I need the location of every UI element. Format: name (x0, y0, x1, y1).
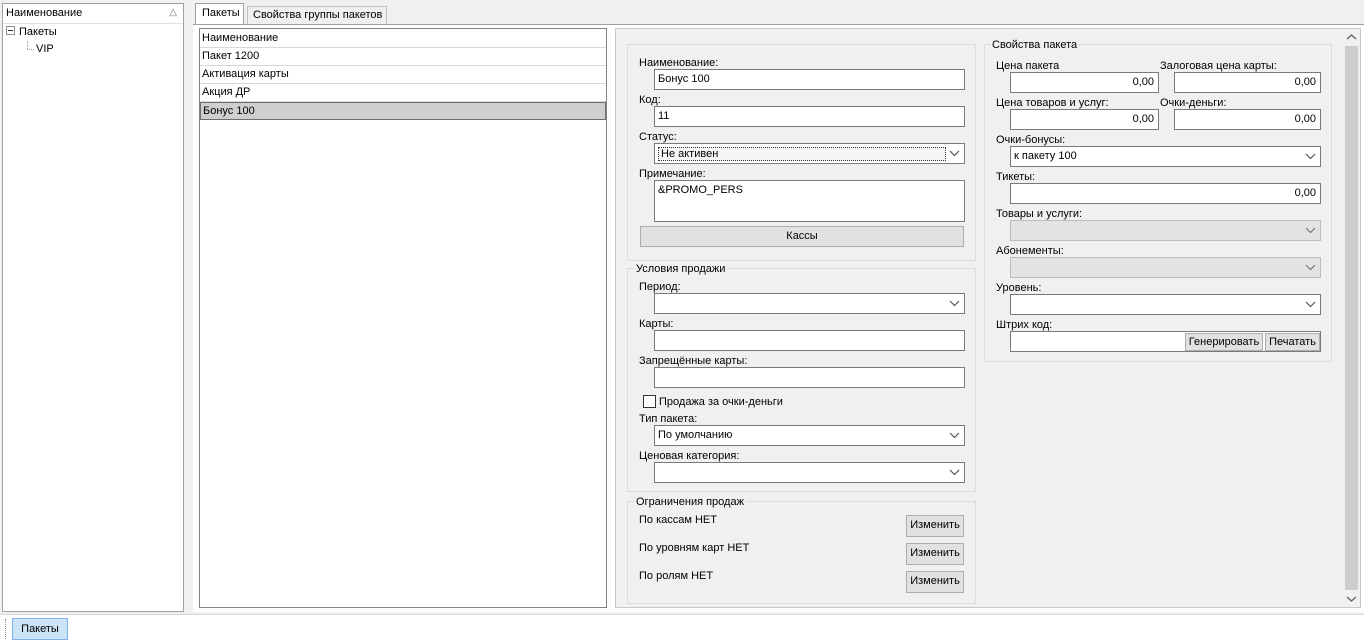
forbidden-cards-label: Запрещённые карты: (639, 355, 748, 367)
tree-panel[interactable]: Наименование △ Пакеты VIP (2, 3, 184, 612)
change-roles-button[interactable]: Изменить (906, 571, 964, 593)
scroll-thumb[interactable] (1345, 46, 1358, 590)
note-field[interactable]: &PROMO_PERS (654, 180, 965, 222)
cards-label: Карты: (639, 318, 674, 330)
chevron-down-icon[interactable] (947, 296, 962, 311)
list-item[interactable]: Пакет 1200 (200, 48, 606, 66)
list-item[interactable]: Акция ДР (200, 84, 606, 102)
price-category-select[interactable] (654, 462, 965, 483)
goods-price-field[interactable]: 0,00 (1010, 109, 1159, 130)
chevron-down-icon[interactable] (1303, 149, 1318, 164)
list-item-label: Активация карты (202, 68, 289, 80)
bonus-points-select[interactable]: к пакету 100 (1010, 146, 1321, 167)
cards-field[interactable] (654, 330, 965, 351)
sort-ascending-icon: △ (169, 7, 177, 18)
forbidden-cards-field[interactable] (654, 367, 965, 388)
period-select[interactable] (654, 293, 965, 314)
package-type-label: Тип пакета: (639, 413, 698, 425)
price-category-label: Ценовая категория: (639, 450, 740, 462)
code-label: Код: (639, 94, 661, 106)
code-field[interactable]: 11 (654, 106, 965, 127)
tree-node-label: Пакеты (19, 26, 57, 38)
bottom-bar (0, 614, 1364, 644)
list-item-selected[interactable]: Бонус 100 (200, 102, 606, 120)
deposit-field[interactable]: 0,00 (1174, 72, 1321, 93)
package-type-value: По умолчанию (658, 429, 733, 441)
price-field[interactable]: 0,00 (1010, 72, 1159, 93)
chevron-down-icon[interactable] (947, 428, 962, 443)
name-field[interactable]: Бонус 100 (654, 69, 965, 90)
limit-kassy-text: По кассам НЕТ (639, 514, 717, 526)
list-header-label: Наименование (202, 32, 279, 44)
bottom-tab-packages[interactable]: Пакеты (12, 618, 68, 640)
print-button[interactable]: Печатать (1265, 333, 1320, 351)
tab-strip: Пакеты Свойства группы пакетов (193, 3, 1364, 25)
change-kassy-button[interactable]: Изменить (906, 515, 964, 537)
name-label: Наименование: (639, 57, 719, 69)
sale-conditions-title: Условия продажи (634, 263, 728, 275)
grip-handle (5, 619, 7, 639)
limit-levels-text: По уровням карт НЕТ (639, 542, 750, 554)
sale-for-points-label: Продажа за очки-деньги (659, 396, 783, 408)
tree-header-label: Наименование (6, 7, 83, 19)
scroll-up-icon[interactable] (1343, 29, 1360, 46)
package-type-select[interactable]: По умолчанию (654, 425, 965, 446)
list-item-label: Акция ДР (202, 86, 251, 98)
chevron-down-icon[interactable] (947, 465, 962, 480)
sale-for-points-checkbox[interactable] (643, 395, 656, 408)
goods-label: Товары и услуги: (996, 208, 1083, 220)
chevron-down-icon[interactable] (1303, 260, 1318, 275)
collapse-icon[interactable] (6, 26, 15, 35)
tickets-label: Тикеты: (996, 171, 1036, 183)
tickets-field[interactable]: 0,00 (1010, 183, 1321, 204)
scroll-down-icon[interactable] (1343, 590, 1360, 607)
subscriptions-label: Абонементы: (996, 245, 1064, 257)
level-select[interactable] (1010, 294, 1321, 315)
tree-node-vip[interactable]: VIP (36, 43, 54, 59)
sale-limits-title: Ограничения продаж (634, 496, 746, 508)
chevron-down-icon[interactable] (1303, 223, 1318, 238)
limit-roles-text: По ролям НЕТ (639, 570, 714, 582)
points-money-field[interactable]: 0,00 (1174, 109, 1321, 130)
status-label: Статус: (639, 131, 677, 143)
status-value: Не активен (658, 147, 946, 161)
tree-connector (27, 41, 28, 49)
list-item[interactable]: Активация карты (200, 66, 606, 84)
tree-header[interactable]: Наименование △ (3, 4, 183, 24)
tree-connector (27, 49, 34, 50)
tab-packages[interactable]: Пакеты (195, 3, 244, 25)
tree-node-packages[interactable]: Пакеты (6, 26, 57, 42)
generate-button[interactable]: Генерировать (1185, 333, 1263, 351)
package-list[interactable]: Наименование Пакет 1200 Активация карты … (199, 28, 607, 608)
vertical-scrollbar[interactable] (1343, 29, 1360, 607)
bonus-points-label: Очки-бонусы: (996, 134, 1066, 146)
tree-node-label: VIP (36, 43, 54, 55)
list-item-label: Пакет 1200 (202, 50, 260, 62)
tab-label: Пакеты (202, 7, 240, 19)
goods-select[interactable] (1010, 220, 1321, 241)
tab-label: Свойства группы пакетов (253, 9, 383, 21)
package-props-title: Свойства пакета (990, 39, 1080, 51)
price-label: Цена пакета (996, 60, 1060, 72)
kassy-button[interactable]: Кассы (640, 226, 964, 247)
level-label: Уровень: (996, 282, 1042, 294)
subscriptions-select[interactable] (1010, 257, 1321, 278)
period-label: Период: (639, 281, 681, 293)
barcode-label: Штрих код: (996, 319, 1053, 331)
goods-price-label: Цена товаров и услуг: (996, 97, 1109, 109)
chevron-down-icon[interactable] (947, 146, 962, 161)
points-money-label: Очки-деньги: (1160, 97, 1227, 109)
tab-group-properties[interactable]: Свойства группы пакетов (247, 6, 387, 25)
bonus-points-value: к пакету 100 (1014, 150, 1077, 162)
chevron-down-icon[interactable] (1303, 297, 1318, 312)
list-item-label: Бонус 100 (203, 105, 255, 117)
list-header[interactable]: Наименование (200, 30, 606, 48)
deposit-label: Залоговая цена карты: (1160, 60, 1277, 72)
bottom-tab-label: Пакеты (21, 623, 59, 635)
change-levels-button[interactable]: Изменить (906, 543, 964, 565)
note-label: Примечание: (639, 168, 706, 180)
status-select[interactable]: Не активен (654, 143, 965, 164)
